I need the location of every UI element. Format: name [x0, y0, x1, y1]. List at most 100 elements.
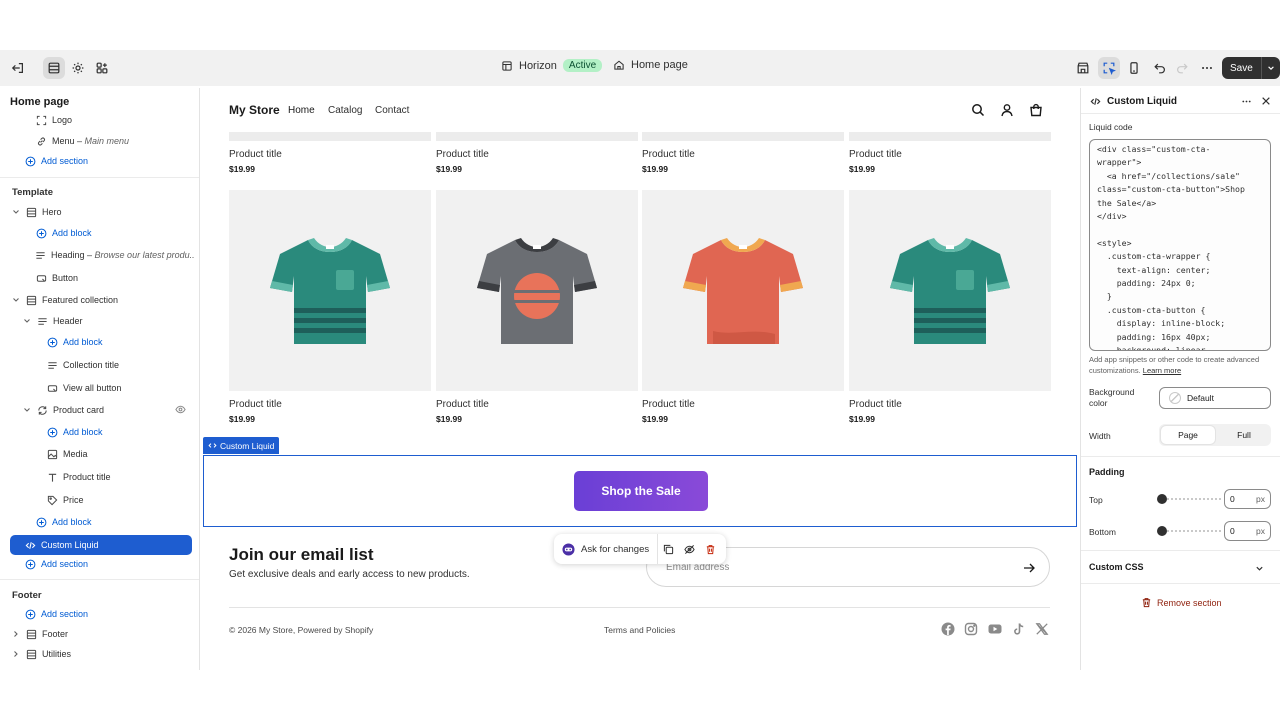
sidebar-item-utilities[interactable]: Utilities [12, 644, 71, 664]
sidebar-item-collection-title[interactable]: Collection title [46, 355, 119, 375]
chevron-right-icon[interactable] [12, 630, 22, 638]
chevron-down-icon[interactable] [23, 406, 33, 414]
product-title[interactable]: Product title [849, 399, 902, 410]
product-title[interactable]: Product title [642, 149, 695, 160]
add-section-button[interactable]: Add section [24, 604, 88, 624]
product-title[interactable]: Product title [229, 399, 282, 410]
nav-link-catalog[interactable]: Catalog [328, 105, 362, 116]
width-option-page[interactable]: Page [1161, 426, 1215, 444]
learn-more-link[interactable]: Learn more [1143, 366, 1181, 375]
chevron-down-icon[interactable] [12, 208, 22, 216]
product-image[interactable] [642, 190, 844, 391]
product-image[interactable] [229, 132, 431, 141]
product-image[interactable] [436, 132, 638, 141]
sidebar-item-price[interactable]: Price [46, 490, 84, 510]
remove-section-button[interactable]: Remove section [1141, 597, 1222, 608]
duplicate-icon[interactable] [658, 544, 679, 555]
sidebar-item-product-title[interactable]: Product title [46, 467, 111, 487]
sidebar-item-heading[interactable]: Heading – Browse our latest produ... [35, 245, 195, 265]
hide-eye-icon[interactable] [679, 544, 700, 555]
sidebar-item-header[interactable]: Header [23, 311, 83, 331]
sidebar-item-footer[interactable]: Footer [12, 624, 68, 644]
ask-for-changes-button[interactable]: Ask for changes [554, 534, 659, 564]
width-option-full[interactable]: Full [1217, 424, 1271, 446]
product-title[interactable]: Product title [436, 399, 489, 410]
visibility-eye-icon[interactable] [175, 404, 186, 417]
add-block-button[interactable]: Add block [35, 512, 92, 532]
redo-icon[interactable] [1171, 57, 1193, 79]
settings-gear-icon[interactable] [67, 57, 89, 79]
product-image[interactable] [849, 132, 1051, 141]
tiktok-icon[interactable] [1012, 622, 1026, 636]
store-logo[interactable]: My Store [229, 103, 280, 117]
add-section-button[interactable]: Add section [24, 554, 88, 574]
add-block-button[interactable]: Add block [46, 422, 103, 442]
product-image[interactable] [849, 190, 1051, 391]
liquid-code-editor[interactable]: <div class="custom-cta- wrapper"> <a hre… [1089, 139, 1271, 351]
sidebar-item-featured-collection[interactable]: Featured collection [12, 290, 118, 310]
product-title[interactable]: Product title [849, 149, 902, 160]
delete-trash-icon[interactable] [700, 544, 721, 555]
product-title[interactable]: Product title [642, 399, 695, 410]
sidebar-item-custom-liquid[interactable]: Custom Liquid [24, 535, 99, 555]
apps-icon[interactable] [91, 57, 113, 79]
arrow-right-icon[interactable] [1023, 562, 1035, 574]
search-icon[interactable] [971, 103, 985, 117]
chevron-down-icon[interactable] [23, 317, 33, 325]
add-block-button[interactable]: Add block [46, 332, 103, 352]
sections-icon[interactable] [43, 57, 65, 79]
add-section-button[interactable]: Add section [24, 151, 88, 171]
custom-css-heading[interactable]: Custom CSS [1089, 562, 1144, 572]
sidebar-item-button[interactable]: Button [35, 268, 78, 288]
product-image[interactable] [642, 132, 844, 141]
sidebar-item-hero[interactable]: Hero [12, 202, 62, 222]
sidebar-item-view-all-button[interactable]: View all button [46, 378, 121, 398]
add-block-button[interactable]: Add block [35, 223, 92, 243]
nav-link-contact[interactable]: Contact [375, 105, 409, 116]
nav-link-home[interactable]: Home [288, 105, 315, 116]
bottom-padding-slider[interactable] [1157, 526, 1221, 536]
product-title[interactable]: Product title [436, 149, 489, 160]
sidebar-item-product-card[interactable]: Product card [23, 400, 188, 420]
cart-icon[interactable] [1029, 103, 1043, 117]
exit-icon[interactable] [7, 57, 29, 79]
x-icon[interactable] [1035, 622, 1049, 636]
product-title[interactable]: Product title [229, 149, 282, 160]
custom-liquid-section[interactable]: Shop the Sale [203, 455, 1077, 527]
theme-selector[interactable]: Horizon Active [501, 59, 603, 72]
top-padding-input[interactable]: 0 px [1224, 489, 1271, 509]
save-options-chevron-icon[interactable] [1262, 57, 1280, 79]
section-tag[interactable]: Custom Liquid [203, 437, 280, 454]
terms-link[interactable]: Terms and Policies [604, 625, 675, 635]
mobile-view-icon[interactable] [1123, 57, 1145, 79]
product-image[interactable] [229, 190, 431, 391]
save-button[interactable]: Save [1222, 57, 1262, 79]
slider-handle[interactable] [1157, 494, 1167, 504]
page-selector[interactable]: Home page [613, 59, 688, 71]
product-image[interactable] [436, 190, 638, 391]
sidebar-item-media[interactable]: Media [46, 444, 88, 464]
facebook-icon[interactable] [941, 622, 955, 636]
more-options-icon[interactable] [1196, 57, 1218, 79]
instagram-icon[interactable] [964, 622, 978, 636]
chevron-right-icon[interactable] [12, 650, 22, 658]
sidebar-item-menu[interactable]: Menu – Main menu [35, 131, 129, 151]
account-icon[interactable] [1000, 103, 1014, 117]
link-icon [35, 135, 47, 147]
slider-handle[interactable] [1157, 526, 1167, 536]
more-options-icon[interactable] [1241, 96, 1252, 107]
undo-icon[interactable] [1149, 57, 1171, 79]
bottom-padding-input[interactable]: 0 px [1224, 521, 1271, 541]
close-icon[interactable] [1261, 96, 1271, 106]
inspector-icon[interactable] [1098, 57, 1120, 79]
chevron-down-icon[interactable] [1255, 564, 1264, 573]
chevron-down-icon[interactable] [12, 296, 22, 304]
sidebar-item-label: View all button [63, 383, 122, 393]
shop-the-sale-button[interactable]: Shop the Sale [574, 471, 708, 511]
background-color-picker[interactable]: Default [1159, 387, 1271, 409]
store-preview-icon[interactable] [1072, 57, 1094, 79]
add-block-label: Add block [63, 427, 103, 437]
sidebar-item-logo[interactable]: Logo [35, 110, 72, 130]
youtube-icon[interactable] [988, 622, 1002, 636]
top-padding-slider[interactable] [1157, 494, 1221, 504]
